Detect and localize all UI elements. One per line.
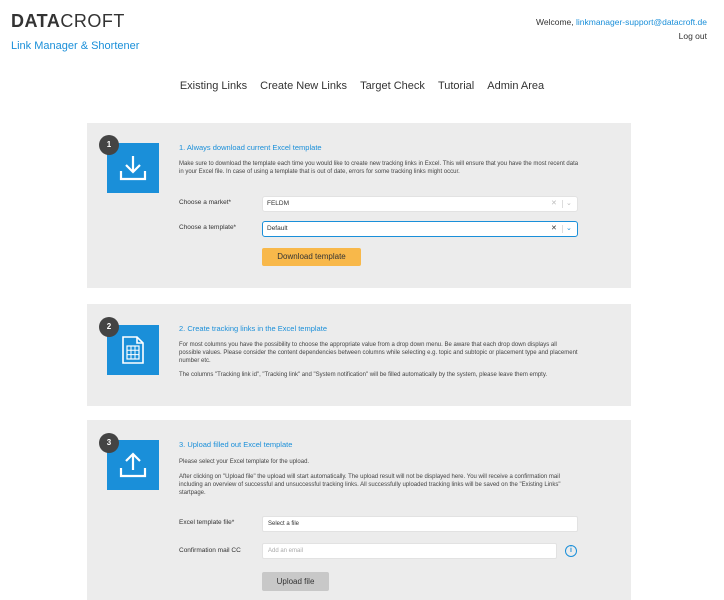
nav-tutorial[interactable]: Tutorial bbox=[438, 80, 474, 92]
template-select-controls: ✕ ⌄ bbox=[547, 222, 577, 236]
info-icon[interactable]: i bbox=[565, 545, 577, 557]
step2-title: 2. Create tracking links in the Excel te… bbox=[179, 324, 327, 333]
user-email-link[interactable]: linkmanager-support@datacroft.de bbox=[576, 17, 707, 27]
nav-create-new-links[interactable]: Create New Links bbox=[260, 80, 347, 92]
step2-badge: 2 bbox=[99, 317, 119, 337]
chevron-down-icon[interactable]: ⌄ bbox=[566, 222, 572, 236]
user-area: Welcome, linkmanager-support@datacroft.d… bbox=[536, 15, 707, 43]
market-select-controls: ✕ ⌄ bbox=[547, 197, 577, 211]
nav-target-check[interactable]: Target Check bbox=[360, 80, 425, 92]
download-template-button[interactable]: Download template bbox=[262, 248, 361, 266]
select-separator bbox=[562, 225, 563, 233]
nav-existing-links[interactable]: Existing Links bbox=[180, 80, 247, 92]
template-select[interactable]: Default ✕ ⌄ bbox=[262, 221, 578, 237]
step1-text: Make sure to download the template each … bbox=[179, 161, 579, 175]
template-select-value: Default bbox=[267, 225, 288, 232]
clear-icon[interactable]: ✕ bbox=[551, 197, 557, 211]
step2-card: 2 2. Create tracking links in the Excel … bbox=[87, 304, 631, 406]
brand-logo[interactable]: DATACROFT bbox=[11, 11, 139, 32]
step3-badge: 3 bbox=[99, 433, 119, 453]
market-label: Choose a market* bbox=[179, 199, 232, 206]
step1-badge: 1 bbox=[99, 135, 119, 155]
select-separator bbox=[562, 200, 563, 208]
brand: DATACROFT Link Manager & Shortener bbox=[11, 11, 139, 52]
step3-card: 3 3. Upload filled out Excel template Pl… bbox=[87, 420, 631, 600]
mail-cc-input[interactable]: Add an email bbox=[262, 543, 557, 559]
market-select[interactable]: FELDM ✕ ⌄ bbox=[262, 196, 578, 212]
clear-icon[interactable]: ✕ bbox=[551, 222, 557, 236]
mail-label: Confirmation mail CC bbox=[179, 547, 241, 554]
welcome-text: Welcome, bbox=[535, 17, 576, 27]
step2-text: For most columns you have the possibilit… bbox=[179, 342, 578, 364]
template-label: Choose a template* bbox=[179, 224, 237, 231]
nav-admin-area[interactable]: Admin Area bbox=[487, 80, 544, 92]
step3-text: After clicking on "Upload file" the uplo… bbox=[179, 474, 561, 496]
file-input[interactable]: Select a file bbox=[262, 516, 578, 532]
step1-title: 1. Always download current Excel templat… bbox=[179, 143, 322, 152]
file-label: Excel template file* bbox=[179, 519, 235, 526]
main-nav: Existing Links Create New Links Target C… bbox=[0, 80, 724, 92]
brand-subtitle: Link Manager & Shortener bbox=[11, 40, 140, 52]
upload-file-button[interactable]: Upload file bbox=[262, 572, 329, 591]
logout-link[interactable]: Log out bbox=[536, 29, 707, 43]
step2-note: The columns "Tracking link id", "Trackin… bbox=[179, 372, 548, 378]
step3-intro: Please select your Excel template for th… bbox=[179, 459, 310, 465]
step1-card: 1 1. Always download current Excel templ… bbox=[87, 123, 631, 288]
step3-title: 3. Upload filled out Excel template bbox=[179, 440, 293, 449]
market-select-value: FELDM bbox=[267, 200, 290, 207]
chevron-down-icon[interactable]: ⌄ bbox=[566, 197, 572, 211]
